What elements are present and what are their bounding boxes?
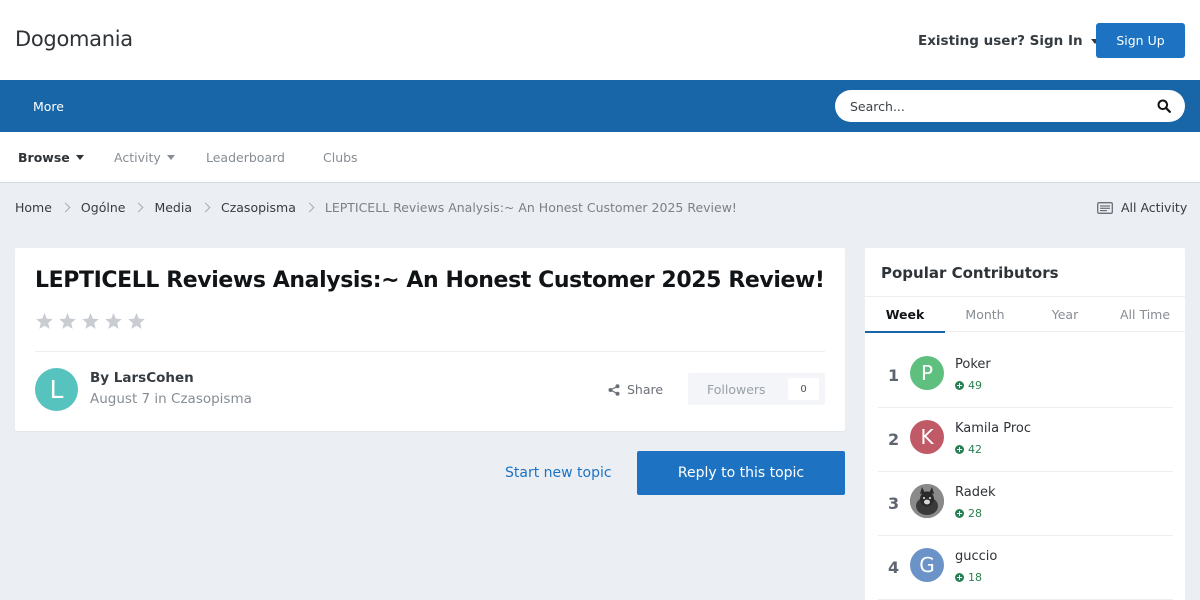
divider <box>35 351 825 352</box>
subnav-leaderboard-label: Leaderboard <box>206 150 285 165</box>
topic-title: LEPTICELL Reviews Analysis:~ An Honest C… <box>35 268 825 293</box>
tab-month[interactable]: Month <box>945 297 1025 332</box>
contributor-rank: 2 <box>888 430 900 449</box>
contributor-reputation: 28 <box>955 507 982 520</box>
caret-down-icon <box>75 155 84 160</box>
star-rating[interactable] <box>35 312 146 331</box>
sub-navigation: Browse Activity Leaderboard Clubs <box>0 132 1200 183</box>
star-icon[interactable] <box>127 312 146 331</box>
breadcrumb-ogolne[interactable]: Ogólne <box>81 200 126 215</box>
widget-title: Popular Contributors <box>881 264 1059 282</box>
contributor-avatar-photo[interactable] <box>910 484 944 518</box>
in-word: in <box>154 391 167 407</box>
caret-down-icon <box>166 155 175 160</box>
plus-circle-icon <box>955 573 964 582</box>
chevron-right-icon <box>200 202 211 213</box>
subnav-browse[interactable]: Browse <box>18 150 84 165</box>
topic-meta: August 7 in Czasopisma <box>90 391 252 407</box>
tab-all-time[interactable]: All Time <box>1105 297 1185 332</box>
contributor-name[interactable]: guccio <box>955 549 997 564</box>
all-activity-link[interactable]: All Activity <box>1097 200 1187 215</box>
subnav-activity[interactable]: Activity <box>114 150 175 165</box>
contributor-avatar[interactable]: K <box>910 420 944 454</box>
breadcrumb-media[interactable]: Media <box>154 200 192 215</box>
contributor-row: 4 G guccio 18 <box>878 536 1173 600</box>
breadcrumb-czasopisma[interactable]: Czasopisma <box>221 200 296 215</box>
all-activity-label: All Activity <box>1121 200 1188 215</box>
plus-circle-icon <box>955 381 964 390</box>
dog-photo-icon <box>910 484 944 518</box>
contributor-row: 2 K Kamila Proc 42 <box>878 408 1173 472</box>
site-logo[interactable]: Dogomania <box>15 27 133 51</box>
topic-date: August 7 <box>90 391 151 407</box>
subnav-activity-label: Activity <box>114 150 161 165</box>
followers-count: 0 <box>788 378 819 400</box>
tab-year[interactable]: Year <box>1025 297 1105 332</box>
star-icon[interactable] <box>81 312 100 331</box>
contributor-rank: 4 <box>888 558 900 577</box>
plus-circle-icon <box>955 445 964 454</box>
chevron-right-icon <box>304 202 315 213</box>
contributor-name[interactable]: Kamila Proc <box>955 421 1031 436</box>
popular-contributors-widget: Popular Contributors Week Month Year All… <box>865 248 1185 600</box>
topic-header-card: LEPTICELL Reviews Analysis:~ An Honest C… <box>15 248 845 431</box>
contributors-tabs: Week Month Year All Time <box>865 296 1185 333</box>
breadcrumb-current: LEPTICELL Reviews Analysis:~ An Honest C… <box>324 200 737 215</box>
contributor-avatar[interactable]: P <box>910 356 944 390</box>
contributor-row: 3 Radek 28 <box>878 472 1173 536</box>
plus-circle-icon <box>955 509 964 518</box>
contributor-reputation: 42 <box>955 443 982 456</box>
author-avatar[interactable]: L <box>35 368 78 411</box>
share-button[interactable]: Share <box>608 382 663 397</box>
site-header: Dogomania Existing user? Sign In Sign Up <box>0 0 1200 80</box>
star-icon[interactable] <box>35 312 54 331</box>
start-new-topic-link[interactable]: Start new topic <box>505 465 612 481</box>
share-label: Share <box>627 382 664 397</box>
contributor-reputation: 49 <box>955 379 982 392</box>
contributor-name[interactable]: Poker <box>955 357 991 372</box>
search-input[interactable] <box>835 91 1135 121</box>
contributor-name[interactable]: Radek <box>955 485 996 500</box>
breadcrumb: Home Ogólne Media Czasopisma LEPTICELL R… <box>15 200 737 215</box>
author-name[interactable]: By LarsCohen <box>90 370 194 386</box>
contributor-avatar[interactable]: G <box>910 548 944 582</box>
contributor-rank: 1 <box>888 366 900 385</box>
activity-feed-icon <box>1097 201 1113 214</box>
reputation-value: 28 <box>968 507 982 520</box>
nav-more-item[interactable]: More <box>33 99 64 114</box>
chevron-right-icon <box>133 202 144 213</box>
star-icon[interactable] <box>104 312 123 331</box>
subnav-clubs-label: Clubs <box>323 150 358 165</box>
followers-label: Followers <box>707 382 766 397</box>
tab-week[interactable]: Week <box>865 297 945 333</box>
topic-forum-link[interactable]: Czasopisma <box>171 391 252 407</box>
search-box <box>835 90 1185 122</box>
contributor-rank: 3 <box>888 494 900 513</box>
contributor-reputation: 18 <box>955 571 982 584</box>
sign-in-label: Existing user? Sign In <box>918 33 1083 49</box>
contributor-row: 1 P Poker 49 <box>878 344 1173 408</box>
followers-button[interactable]: Followers 0 <box>688 373 825 405</box>
subnav-clubs[interactable]: Clubs <box>323 150 358 165</box>
reputation-value: 42 <box>968 443 982 456</box>
star-icon[interactable] <box>58 312 77 331</box>
reply-to-topic-button[interactable]: Reply to this topic <box>637 451 845 495</box>
search-icon[interactable] <box>1157 99 1171 113</box>
sign-in-dropdown[interactable]: Existing user? Sign In <box>918 33 1099 49</box>
subnav-browse-label: Browse <box>18 150 70 165</box>
subnav-leaderboard[interactable]: Leaderboard <box>206 150 285 165</box>
breadcrumb-home[interactable]: Home <box>15 200 52 215</box>
reputation-value: 49 <box>968 379 982 392</box>
share-icon <box>608 383 620 396</box>
chevron-right-icon <box>60 202 71 213</box>
main-navbar: More <box>0 80 1200 132</box>
reputation-value: 18 <box>968 571 982 584</box>
sign-up-button[interactable]: Sign Up <box>1096 23 1185 58</box>
